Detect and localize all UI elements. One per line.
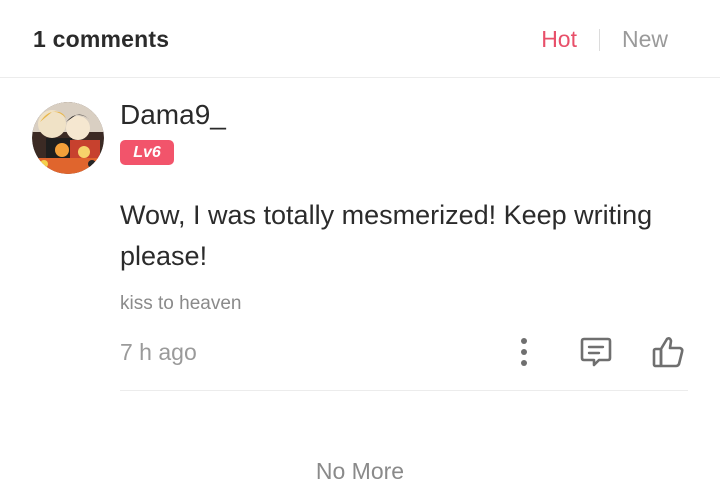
reply-button[interactable]: [578, 334, 614, 370]
comments-header: 1 comments Hot New: [0, 0, 720, 78]
chapter-tag[interactable]: kiss to heaven: [120, 293, 241, 315]
like-button[interactable]: [648, 332, 688, 372]
comment-timestamp: 7 h ago: [120, 339, 197, 365]
end-of-list-label: No More: [315, 458, 405, 484]
avatar[interactable]: [32, 102, 104, 174]
level-badge: Lv6: [120, 140, 174, 165]
comment-text: Wow, I was totally mesmerized! Keep writ…: [120, 200, 653, 271]
comment-icon: [580, 337, 612, 367]
more-options-button[interactable]: [508, 334, 540, 370]
tab-separator: [598, 28, 600, 51]
comment-count: 1 comments: [33, 26, 170, 52]
comment-divider: [120, 390, 688, 391]
thumbs-up-icon: [652, 337, 684, 368]
sort-tabs: Hot New: [541, 26, 668, 53]
avatar-image: [32, 102, 104, 174]
more-vertical-icon: [521, 338, 527, 366]
username[interactable]: Dama9_: [120, 99, 226, 131]
tab-hot[interactable]: Hot: [541, 26, 577, 53]
tab-new[interactable]: New: [622, 26, 668, 53]
